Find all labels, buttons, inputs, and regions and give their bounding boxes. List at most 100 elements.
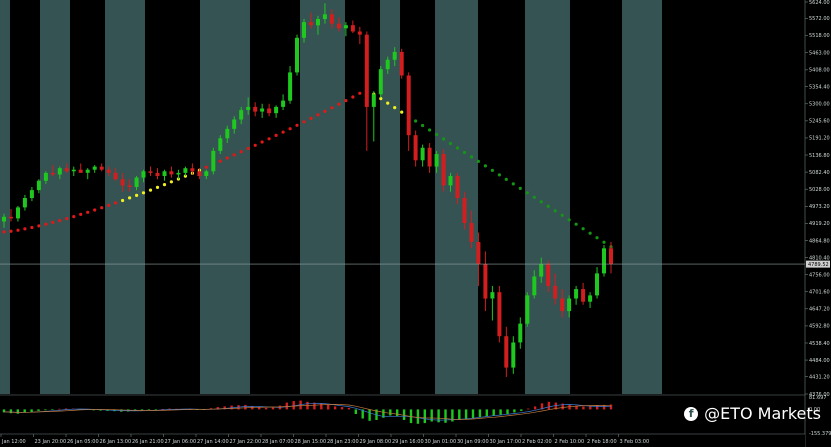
oscillator-bar: [492, 409, 495, 416]
time-tick-label: 2 Feb 10:00: [555, 439, 585, 445]
oscillator-tick-label: -155.379: [809, 431, 831, 437]
oscillator-bar: [292, 401, 295, 410]
trailing-stop-dot: [588, 231, 592, 235]
candle-body: [329, 14, 334, 24]
oscillator-bar: [389, 409, 392, 416]
candle-body: [239, 110, 244, 120]
candle-body: [274, 106, 279, 114]
oscillator-bar: [582, 406, 585, 410]
candle-body: [218, 138, 223, 151]
oscillator-bar: [58, 408, 61, 410]
trailing-stop-dot: [58, 219, 62, 223]
trailing-stop-dot: [281, 130, 285, 134]
trailing-stop-dot: [225, 156, 229, 160]
candle-body: [406, 75, 411, 136]
trailing-stop-dot: [428, 128, 432, 132]
session-zone: [570, 0, 622, 394]
trailing-stop-dot: [469, 155, 474, 159]
candle-body: [420, 147, 425, 161]
candle: [602, 245, 606, 277]
candle-body: [602, 248, 606, 274]
candle-body: [71, 169, 76, 172]
trailing-stop-dot: [162, 183, 167, 187]
price-tick-label: 4701.60: [809, 290, 830, 296]
price-tick-label: 5518.00: [809, 33, 830, 39]
oscillator-bar: [340, 407, 344, 410]
oscillator-bar: [264, 407, 268, 410]
trailing-stop-dot: [267, 137, 271, 141]
session-zone: [250, 0, 300, 394]
session-zone: [400, 0, 435, 394]
candle-body: [253, 106, 258, 112]
trailing-stop-dot: [9, 229, 13, 233]
trailing-stop-dot: [595, 236, 599, 240]
candle-body: [364, 34, 369, 107]
candle-body: [490, 292, 495, 299]
candle-body: [50, 172, 55, 175]
candle-body: [518, 323, 523, 343]
trailing-stop-dot: [483, 164, 487, 168]
candle-body: [595, 273, 599, 296]
candle: [525, 292, 530, 327]
trailing-stop-dot: [462, 150, 467, 155]
oscillator-bar: [485, 409, 488, 417]
candle-body: [497, 292, 502, 337]
candle-body: [399, 51, 404, 76]
session-zone: [380, 0, 400, 394]
oscillator-tick-label: 81.697: [809, 395, 827, 401]
price-tick-label: 5082.40: [809, 170, 830, 176]
candle-body: [378, 69, 383, 95]
trailing-stop-dot: [316, 113, 320, 117]
candle-body: [504, 336, 509, 368]
price-tick-label: 5028.00: [809, 187, 830, 193]
trailing-stop-dot: [44, 222, 48, 226]
candle-body: [176, 172, 181, 175]
trailing-stop-dot: [442, 137, 446, 141]
time-tick-label: 23 Jan 20:00: [35, 439, 67, 445]
session-zone: [145, 0, 200, 394]
session-zone: [200, 0, 250, 394]
candle-body: [183, 168, 188, 173]
candle-body: [190, 168, 195, 172]
candle-body: [483, 264, 488, 299]
trailing-stop-dot: [204, 165, 208, 169]
oscillator-bar: [499, 409, 502, 415]
trailing-stop-dot: [155, 185, 160, 189]
oscillator-bar: [471, 409, 475, 419]
price-chart[interactable]: 5624.00 5572.00 5518.00 5463.00 5408.00 5354.…: [0, 0, 831, 447]
trailing-stop-dot: [497, 173, 501, 177]
facebook-icon: f: [684, 406, 699, 421]
candle-body: [169, 171, 174, 175]
candle-body: [64, 168, 69, 172]
price-tick-label: 5572.00: [809, 16, 830, 22]
trailing-stop-dot: [135, 193, 139, 197]
candle-body: [204, 171, 209, 176]
session-zone: [40, 0, 70, 394]
candle-body: [343, 25, 348, 29]
session-zone: [478, 0, 525, 394]
candle-body: [588, 295, 593, 302]
oscillator-bar: [478, 409, 482, 417]
price-tick-label: 5191.20: [809, 136, 830, 142]
candle-body: [29, 190, 34, 198]
oscillator-bar: [520, 409, 523, 411]
oscillator-bar: [589, 406, 592, 410]
trailing-stop-dot: [337, 102, 341, 106]
trailing-stop-dot: [232, 153, 236, 157]
price-tick-label: 4864.80: [809, 238, 830, 244]
trailing-stop-dot: [351, 95, 355, 99]
candle: [378, 66, 383, 98]
trailing-stop-dot: [141, 191, 146, 195]
candle-body: [371, 94, 376, 107]
time-tick-label: 28 Jan 23:00: [327, 439, 359, 445]
oscillator-bar: [285, 402, 288, 410]
trailing-stop-dot: [560, 213, 564, 217]
time-tick-label: 29 Jan 16:00: [392, 439, 424, 445]
candle-body: [99, 166, 104, 170]
candle-body: [92, 166, 97, 170]
trailing-stop-dot: [574, 222, 578, 226]
candle-body: [553, 285, 558, 299]
trailing-stop-dot: [344, 99, 348, 103]
price-tick-label: 4973.20: [809, 204, 830, 210]
candle-body: [16, 207, 20, 219]
